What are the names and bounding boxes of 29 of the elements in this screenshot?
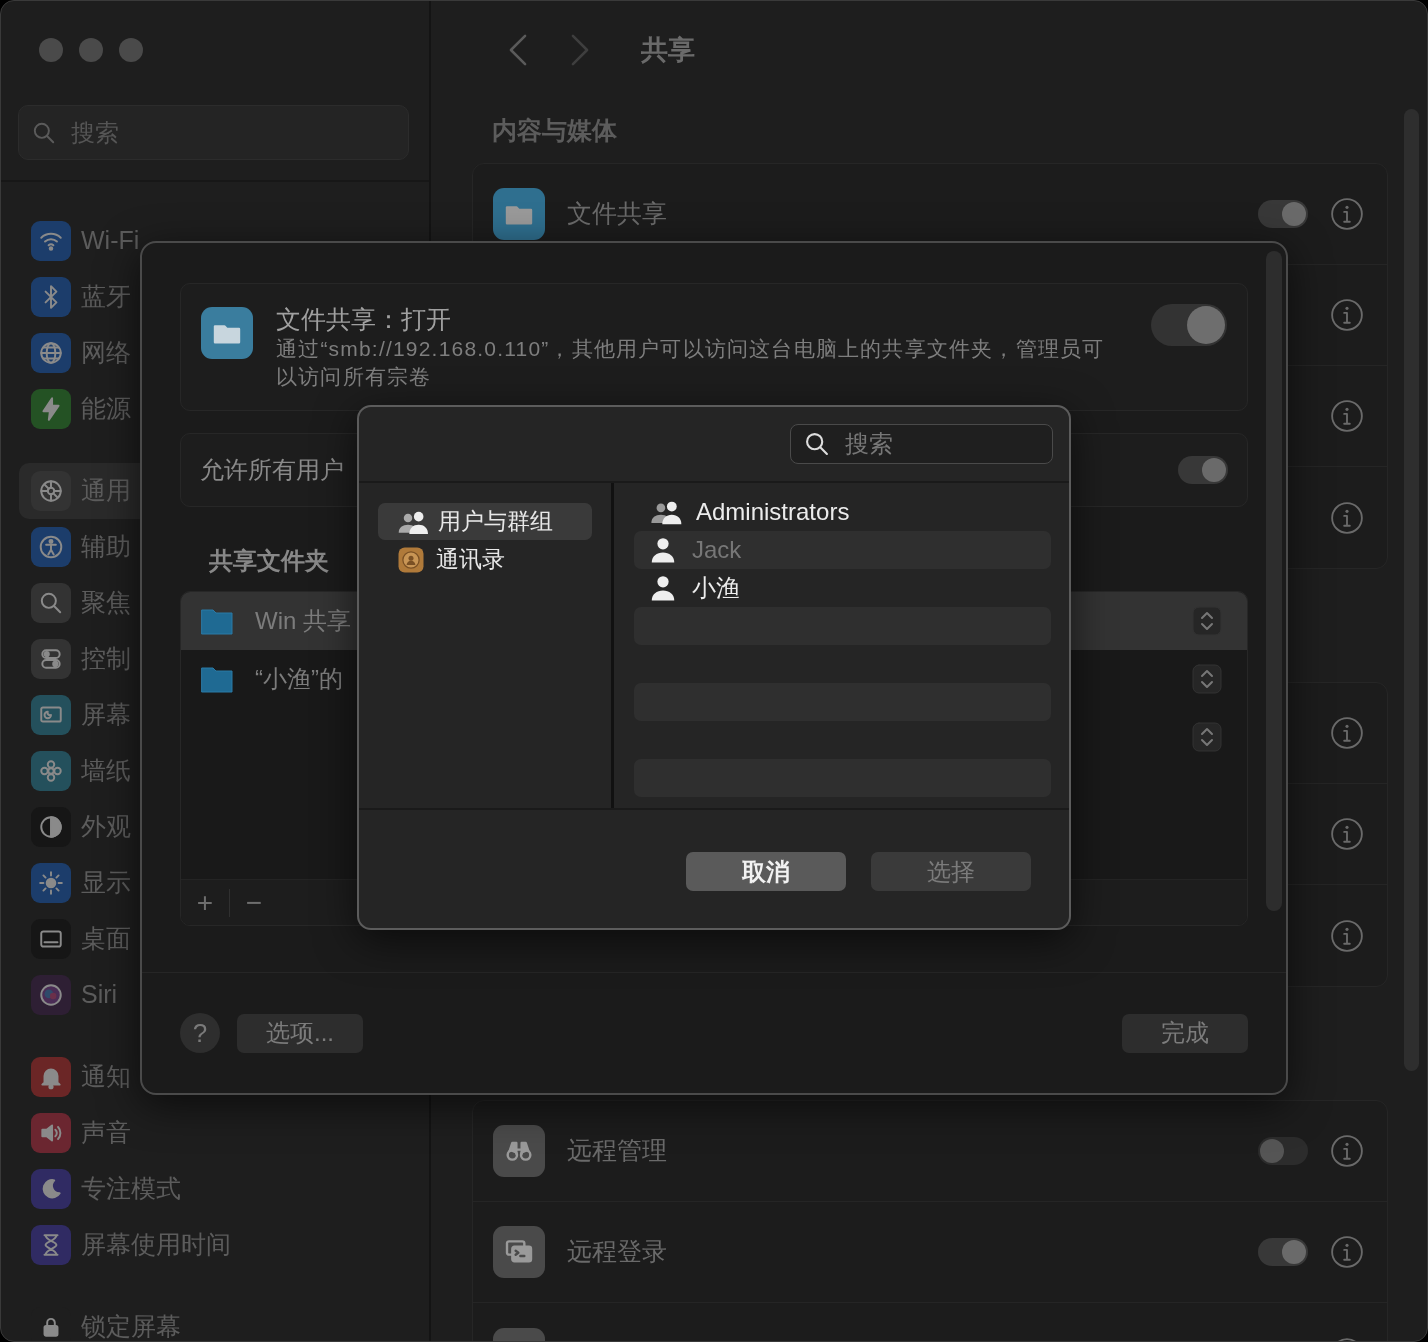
- page-title: 共享: [641, 33, 695, 67]
- sidebar-label: 声音: [81, 1117, 131, 1149]
- section-heading: 内容与媒体: [491, 115, 618, 147]
- service-label: 远程登录: [567, 1236, 668, 1268]
- sidebar-label: 辅助: [81, 531, 131, 563]
- sidebar-label: 桌面: [81, 923, 131, 955]
- sidebar-label: 控制: [81, 643, 131, 675]
- sidebar-label: 显示: [81, 867, 131, 899]
- service-label: 远程管理: [567, 1135, 668, 1167]
- sharing-description: 通过“smb://192.168.0.110”，其他用户可以访问这台电脑上的共享文件夹，管理员可以访问所有宗卷: [276, 336, 1106, 391]
- sidebar-label: 墙纸: [81, 755, 131, 787]
- sidebar-label: 能源: [81, 393, 131, 425]
- sidebar-label: 屏幕使用时间: [81, 1229, 231, 1261]
- setting-label: 允许所有用户: [200, 455, 345, 485]
- sidebar-label: Siri: [81, 979, 118, 1011]
- sidebar-label: 锁定屏幕: [81, 1311, 181, 1341]
- sidebar-label: 通知: [81, 1061, 131, 1093]
- folder-name: “小渔”的: [255, 664, 343, 694]
- folder-name: Win 共享: [255, 606, 351, 636]
- sidebar-label: Wi-Fi: [81, 225, 140, 257]
- sidebar-label: 网络: [81, 337, 131, 369]
- sidebar-label: 屏幕: [81, 699, 131, 731]
- sidebar-label: 外观: [81, 811, 131, 843]
- section-heading: 共享文件夹: [209, 546, 329, 576]
- sidebar-label: 蓝牙: [81, 281, 131, 313]
- sharing-title: 文件共享：打开: [276, 304, 452, 334]
- sidebar-label: 聚焦: [81, 587, 131, 619]
- service-label: 文件共享: [567, 198, 668, 230]
- sidebar-label: 专注模式: [81, 1173, 181, 1205]
